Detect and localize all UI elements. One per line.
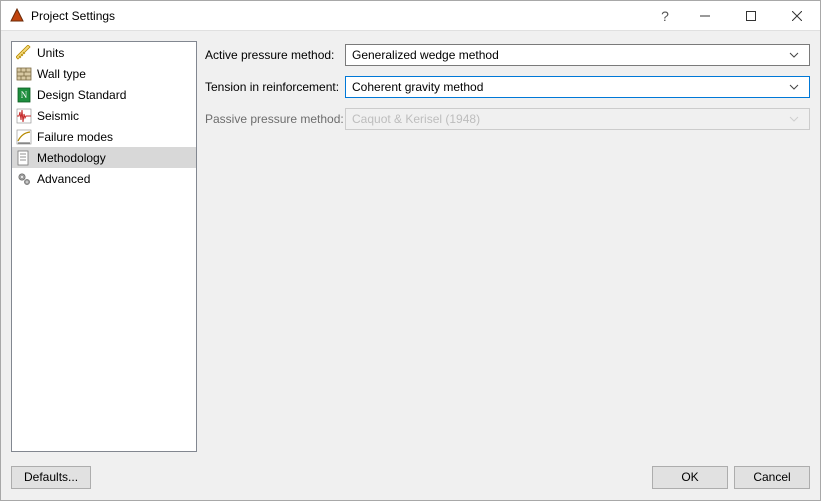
close-button[interactable] [774,1,820,31]
wall-icon [16,66,32,82]
row-active-pressure: Active pressure method: Generalized wedg… [205,43,810,67]
sidebar-item-label: Design Standard [37,88,126,102]
sidebar-item-seismic[interactable]: Seismic [12,105,196,126]
sidebar-item-design-standard[interactable]: N Design Standard [12,84,196,105]
dialog-body: Units Wall type N Design Standard Seismi… [1,31,820,462]
minimize-icon [700,11,710,21]
titlebar: Project Settings ? [1,1,820,31]
combo-value: Caquot & Kerisel (1948) [352,112,789,126]
chevron-down-icon [789,116,805,122]
cancel-button[interactable]: Cancel [734,466,810,489]
sidebar-item-label: Seismic [37,109,79,123]
sidebar-item-advanced[interactable]: Advanced [12,168,196,189]
seismic-icon [16,108,32,124]
gears-icon [16,171,32,187]
app-icon [9,8,25,24]
svg-text:N: N [21,90,28,100]
combo-tension[interactable]: Coherent gravity method [345,76,810,98]
project-settings-window: Project Settings ? Units [0,0,821,501]
ok-button[interactable]: OK [652,466,728,489]
combo-value: Coherent gravity method [352,80,789,94]
failure-icon [16,129,32,145]
methodology-panel: Active pressure method: Generalized wedg… [205,41,810,452]
button-label: Defaults... [24,470,78,484]
row-passive-pressure: Passive pressure method: Caquot & Kerise… [205,107,810,131]
sidebar-item-wall-type[interactable]: Wall type [12,63,196,84]
label-active-pressure: Active pressure method: [205,48,345,62]
combo-passive-pressure: Caquot & Kerisel (1948) [345,108,810,130]
maximize-button[interactable] [728,1,774,31]
sidebar-item-label: Methodology [37,151,106,165]
sidebar-item-failure-modes[interactable]: Failure modes [12,126,196,147]
sidebar-item-label: Wall type [37,67,86,81]
sidebar-item-units[interactable]: Units [12,42,196,63]
label-tension: Tension in reinforcement: [205,80,345,94]
button-label: OK [681,470,698,484]
ruler-icon [16,45,32,61]
minimize-button[interactable] [682,1,728,31]
label-passive-pressure: Passive pressure method: [205,112,345,126]
button-label: Cancel [753,470,790,484]
help-icon: ? [661,8,669,24]
chevron-down-icon [789,84,805,90]
standard-icon: N [16,87,32,103]
close-icon [792,11,802,21]
combo-value: Generalized wedge method [352,48,789,62]
method-icon [16,150,32,166]
defaults-button[interactable]: Defaults... [11,466,91,489]
sidebar-item-methodology[interactable]: Methodology [12,147,196,168]
sidebar-item-label: Advanced [37,172,90,186]
sidebar-item-label: Failure modes [37,130,113,144]
window-title: Project Settings [31,9,115,23]
maximize-icon [746,11,756,21]
row-tension: Tension in reinforcement: Coherent gravi… [205,75,810,99]
dialog-footer: Defaults... OK Cancel [1,462,820,500]
sidebar-item-label: Units [37,46,64,60]
combo-active-pressure[interactable]: Generalized wedge method [345,44,810,66]
category-sidebar: Units Wall type N Design Standard Seismi… [11,41,197,452]
help-button[interactable]: ? [648,1,682,31]
chevron-down-icon [789,52,805,58]
